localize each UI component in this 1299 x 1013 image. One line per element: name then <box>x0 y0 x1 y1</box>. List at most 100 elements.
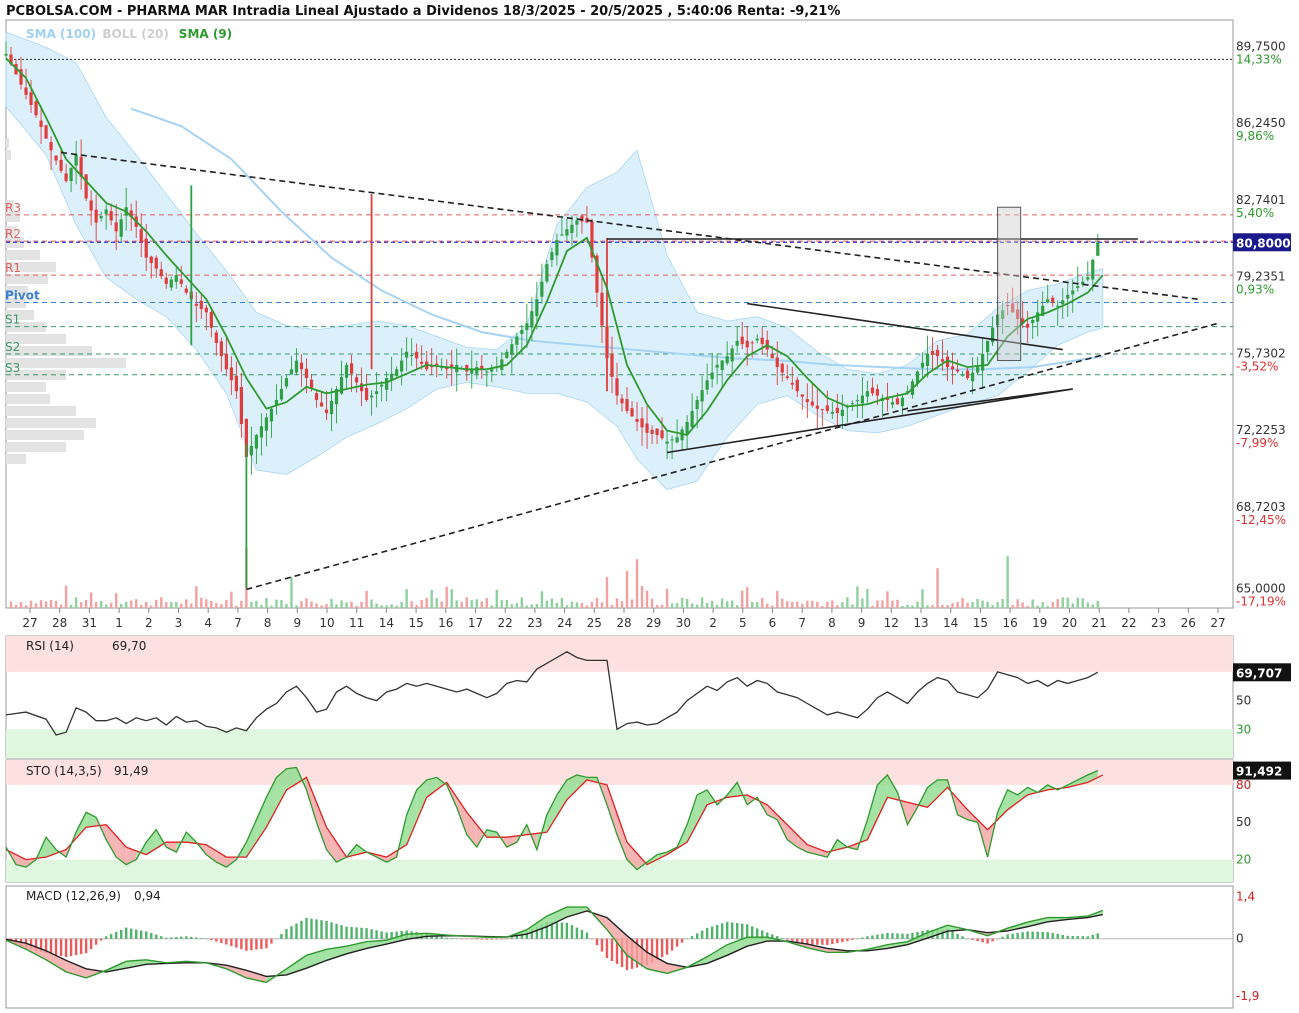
rsi-last-value: 69,707 <box>1236 666 1282 680</box>
volume-bar <box>565 605 569 608</box>
volume-bar <box>570 601 574 608</box>
macd-histogram-bar <box>791 938 794 941</box>
macd-histogram-bar <box>595 938 599 946</box>
volume-bar <box>155 599 158 608</box>
sto-fill <box>336 842 347 863</box>
candle-body <box>74 154 78 166</box>
sto-fill <box>747 794 758 805</box>
macd-histogram-bar <box>1086 936 1089 939</box>
volume-profile-bar <box>6 298 26 308</box>
candle-body <box>570 224 574 233</box>
x-axis-label: 14 <box>379 616 394 630</box>
macd-histogram-bar <box>310 918 313 939</box>
macd-fill <box>206 962 227 969</box>
candle-body <box>975 367 980 373</box>
macd-fill <box>566 907 587 918</box>
candle-body <box>169 279 173 288</box>
macd-histogram-bar <box>941 929 944 939</box>
sto-fill <box>606 784 617 835</box>
volume-bar <box>610 604 614 608</box>
macd-histogram-bar <box>505 938 509 940</box>
candle-body <box>710 372 714 380</box>
volume-profile-bar <box>6 370 66 380</box>
macd-histogram-bar <box>951 931 954 939</box>
dashed-trendline <box>60 151 1199 301</box>
panel-frame-rsi <box>5 635 1234 759</box>
sto-fill <box>246 819 257 858</box>
volume-profile-bar <box>6 274 48 284</box>
macd-fill <box>586 907 607 930</box>
candle-body <box>660 430 664 439</box>
volume-bar <box>645 590 649 608</box>
volume-bar <box>590 601 594 608</box>
macd-histogram-bar <box>415 932 418 939</box>
volume-bar <box>330 598 333 608</box>
price-axis-pct: -12,45% <box>1236 513 1286 527</box>
candle-body <box>910 381 915 395</box>
macd-histogram-bar <box>109 934 113 939</box>
macd-histogram-bar <box>570 925 574 939</box>
candle-body <box>470 369 474 374</box>
macd-histogram-bar <box>781 937 784 939</box>
price-axis-pct: 0,93% <box>1236 283 1274 297</box>
volume-bar <box>555 602 559 608</box>
volume-bar <box>290 576 293 608</box>
volume-bar <box>1016 599 1019 608</box>
sto-fill <box>767 804 778 820</box>
volume-bar <box>59 604 63 608</box>
macd-histogram-bar <box>365 928 368 939</box>
macd-histogram-bar <box>771 934 774 939</box>
candle-body <box>269 408 274 422</box>
candle-body <box>430 366 434 368</box>
macd-histogram-bar <box>685 938 689 940</box>
volume-bar <box>991 605 994 608</box>
sto-fill <box>276 768 287 809</box>
volume-profile-bar <box>6 238 24 248</box>
volume-bar <box>195 586 198 608</box>
volume-bar <box>921 589 924 608</box>
candle-body <box>635 419 639 422</box>
volume-bar <box>786 601 789 608</box>
volume-bar <box>480 601 483 608</box>
candle-body <box>485 371 489 373</box>
price-axis-label: 86,2450 <box>1236 116 1286 130</box>
sto-last-badge <box>1233 761 1291 780</box>
macd-histogram-bar <box>615 938 619 965</box>
candle-body <box>274 399 279 406</box>
x-axis-label: 16 <box>438 616 453 630</box>
candle-body <box>605 326 609 359</box>
macd-histogram-bar <box>59 938 63 957</box>
sto-fill <box>96 817 107 840</box>
volume-bar <box>185 599 188 608</box>
candle-body <box>585 217 589 223</box>
candle-body <box>625 399 629 411</box>
sto-fill <box>156 829 167 849</box>
candle-body <box>264 417 269 431</box>
macd-histogram-bar <box>635 938 639 968</box>
candle-body <box>480 365 484 370</box>
sto-fill <box>436 777 447 790</box>
rsi-overbought-zone <box>6 636 1233 672</box>
volume-profile-bar <box>6 418 96 428</box>
macd-signal-line <box>5 910 1103 978</box>
macd-histogram-bar <box>114 931 118 939</box>
pivot-label: S3 <box>5 361 20 375</box>
macd-histogram-bar <box>470 938 473 940</box>
volume-bar <box>1061 597 1064 608</box>
candle-body <box>895 398 900 405</box>
candle-body <box>675 437 679 443</box>
volume-bar <box>225 599 228 608</box>
volume-bar <box>605 577 609 608</box>
sto-fill <box>667 847 678 855</box>
sto-fill <box>56 849 67 858</box>
volume-bar <box>124 601 128 608</box>
candle-body <box>720 360 724 371</box>
macd-histogram-bar <box>1061 934 1064 939</box>
sto-fill <box>406 789 417 845</box>
candle-body <box>1036 312 1040 322</box>
volume-bar <box>911 605 914 608</box>
macd-histogram-bar <box>410 931 413 939</box>
panel-frame-sto <box>5 759 1234 883</box>
volume-bar <box>99 601 103 608</box>
sto-fill <box>967 809 978 823</box>
